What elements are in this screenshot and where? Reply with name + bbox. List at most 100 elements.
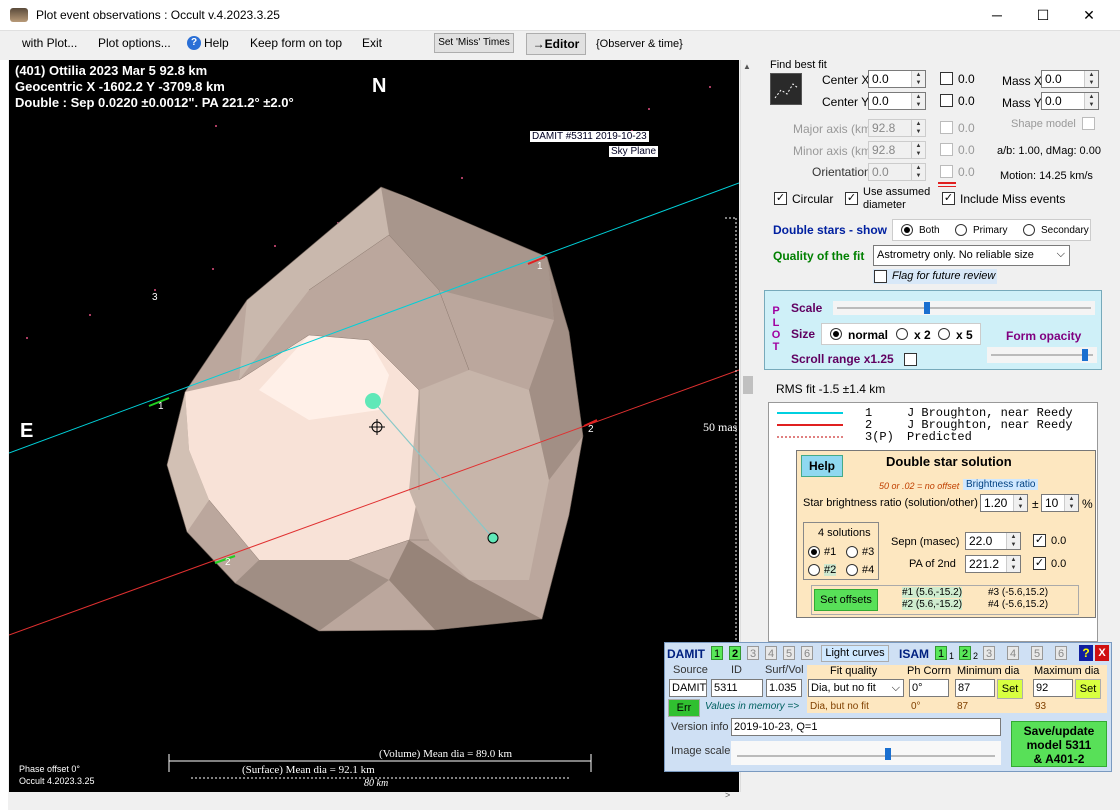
save-update-button[interactable]: Save/update model 5311 & A401-2 — [1011, 721, 1107, 767]
minimize-button[interactable]: ─ — [974, 0, 1020, 31]
isam-model-2-button[interactable]: 2 — [959, 646, 971, 660]
ds-pa-checkbox[interactable]: ✓ — [1033, 557, 1046, 570]
mass-y-input[interactable]: 0.0 ▲ ▼ — [1041, 92, 1099, 110]
ds-sepn-input[interactable]: 22.0 ▲ ▼ — [965, 532, 1021, 550]
set-max-dia-button[interactable]: Set — [1075, 679, 1101, 699]
isam-model-3-button[interactable]: 3 — [983, 646, 995, 660]
ds-solution-4-radio[interactable] — [846, 564, 858, 576]
fit-quality-select[interactable]: Dia, but no fit ⌵ — [808, 679, 904, 697]
center-y-checkbox[interactable] — [940, 94, 953, 107]
ds-help-button[interactable]: Help — [801, 455, 843, 477]
menu-keep-on-top[interactable]: Keep form on top — [250, 36, 342, 50]
size-x2-radio[interactable] — [896, 328, 908, 340]
flag-review-checkbox[interactable] — [874, 270, 887, 283]
isam-model-6-button[interactable]: 6 — [1055, 646, 1067, 660]
size-x5-radio[interactable] — [938, 328, 950, 340]
damit-model-6-button[interactable]: 6 — [801, 646, 813, 660]
ds-solution-1-radio[interactable] — [808, 546, 820, 558]
menu-with-plot[interactable]: with Plot... — [22, 36, 77, 50]
image-scale-slider[interactable] — [731, 741, 1001, 765]
isam-model-5-button[interactable]: 5 — [1031, 646, 1043, 660]
size-normal-radio[interactable] — [830, 328, 842, 340]
form-opacity-slider-thumb[interactable] — [1082, 349, 1089, 361]
err-button[interactable]: Err — [668, 699, 700, 717]
secondary-star-marker — [487, 532, 499, 544]
quality-fit-label: Quality of the fit — [773, 249, 865, 263]
minor-axis-checkbox[interactable] — [940, 143, 953, 156]
model-label-damit: DAMIT #5311 2019-10-23 — [530, 131, 649, 142]
damit-model-1-button[interactable]: 1 — [711, 646, 723, 660]
max-dia-field[interactable]: 92 — [1033, 679, 1073, 697]
orientation-input[interactable]: 0.0 ▲ ▼ — [868, 163, 926, 181]
ds-pct-label: % — [1082, 497, 1093, 511]
quality-fit-select[interactable]: Astrometry only. No reliable size ⌵ — [873, 245, 1070, 266]
scroll-up-icon[interactable]: ▲ — [743, 62, 751, 71]
center-y-input[interactable]: 0.0 ▲ ▼ — [868, 92, 926, 110]
menu-bar: with Plot... Plot options... ? Help Keep… — [8, 31, 1113, 57]
scroll-right-icon[interactable]: > — [725, 790, 730, 800]
show-secondary-radio[interactable] — [1023, 224, 1035, 236]
damit-model-5-button[interactable]: 5 — [783, 646, 795, 660]
major-axis-input[interactable]: 92.8 ▲ ▼ — [868, 119, 926, 137]
find-fit-button[interactable] — [770, 73, 802, 105]
version-info-field[interactable]: 2019-10-23, Q=1 — [731, 718, 1001, 736]
ds-pa-label: PA of 2nd — [909, 558, 956, 570]
set-offsets-button[interactable]: Set offsets — [814, 589, 878, 611]
center-x-checkbox[interactable] — [940, 72, 953, 85]
menu-help[interactable]: Help — [204, 36, 229, 50]
circular-label: Circular — [792, 192, 834, 206]
set-min-dia-button[interactable]: Set — [997, 679, 1023, 699]
ds-solutions-group: 4 solutions #1 #3 #2 #4 — [803, 522, 879, 580]
image-scale-slider-thumb[interactable] — [885, 748, 891, 760]
close-button[interactable]: ✕ — [1066, 0, 1112, 31]
source-field[interactable]: DAMIT — [669, 679, 707, 697]
model-close-icon[interactable]: X — [1095, 645, 1109, 661]
ds-solution-3-radio[interactable] — [846, 546, 858, 558]
scroll-range-checkbox[interactable] — [904, 353, 917, 366]
plot-horizontal-scrollbar[interactable]: > — [9, 790, 740, 802]
light-curves-button[interactable]: Light curves — [821, 645, 889, 662]
surf-vol-field[interactable]: 1.035 — [766, 679, 802, 697]
include-miss-label: Include Miss events — [960, 192, 1066, 206]
circular-checkbox[interactable]: ✓ — [774, 192, 787, 205]
scale-slider-thumb[interactable] — [923, 302, 930, 314]
plot-canvas[interactable]: (401) Ottilia 2023 Mar 5 92.8 km Geocent… — [9, 60, 739, 792]
use-assumed-checkbox[interactable]: ✓ — [845, 192, 858, 205]
ds-pa-input[interactable]: 221.2 ▲ ▼ — [965, 555, 1021, 573]
shape-model-checkbox[interactable] — [1082, 117, 1095, 130]
form-opacity-slider[interactable] — [987, 347, 1097, 363]
ds-pm-input[interactable]: 10 ▲ ▼ — [1041, 494, 1079, 512]
set-miss-times-button[interactable]: Set 'Miss' Times — [434, 33, 514, 53]
maximize-button[interactable]: ☐ — [1020, 0, 1066, 31]
menu-plot-options[interactable]: Plot options... — [98, 36, 171, 50]
show-primary-radio[interactable] — [955, 224, 967, 236]
id-field[interactable]: 5311 — [711, 679, 763, 697]
scroll-thumb[interactable] — [743, 376, 753, 394]
isam-model-4-button[interactable]: 4 — [1007, 646, 1019, 660]
isam-model-1-button[interactable]: 1 — [935, 646, 947, 660]
damit-model-3-button[interactable]: 3 — [747, 646, 759, 660]
scale-slider[interactable] — [833, 301, 1095, 315]
legend-line-1 — [777, 412, 843, 414]
include-miss-checkbox[interactable]: ✓ — [942, 192, 955, 205]
center-x-input[interactable]: 0.0 ▲ ▼ — [868, 70, 926, 88]
damit-model-2-button[interactable]: 2 — [729, 646, 741, 660]
observer-time-label[interactable]: {Observer & time} — [596, 38, 683, 50]
double-stars-show-label: Double stars - show — [773, 223, 888, 237]
show-both-radio[interactable] — [901, 224, 913, 236]
ds-solution-2-radio[interactable] — [808, 564, 820, 576]
minor-axis-input[interactable]: 92.8 ▲ ▼ — [868, 141, 926, 159]
damit-model-4-button[interactable]: 4 — [765, 646, 777, 660]
model-help-icon[interactable]: ? — [1079, 645, 1093, 661]
ds-brightness-input[interactable]: 1.20 ▲ ▼ — [980, 494, 1028, 512]
editor-button[interactable]: →Editor — [526, 33, 586, 55]
orientation-checkbox[interactable] — [940, 165, 953, 178]
ds-sepn-checkbox[interactable]: ✓ — [1033, 534, 1046, 547]
menu-exit[interactable]: Exit — [362, 36, 382, 50]
major-axis-checkbox[interactable] — [940, 121, 953, 134]
ds-brightness-label: Star brightness ratio (solution/other) — [803, 497, 978, 509]
min-dia-field[interactable]: 87 — [955, 679, 995, 697]
mass-x-input[interactable]: 0.0 ▲ ▼ — [1041, 70, 1099, 88]
ph-corr-field[interactable]: 0° — [909, 679, 949, 697]
shape-model-panel: DAMIT 1 2 3 4 5 6 Light curves ISAM 1 1 … — [664, 642, 1112, 772]
